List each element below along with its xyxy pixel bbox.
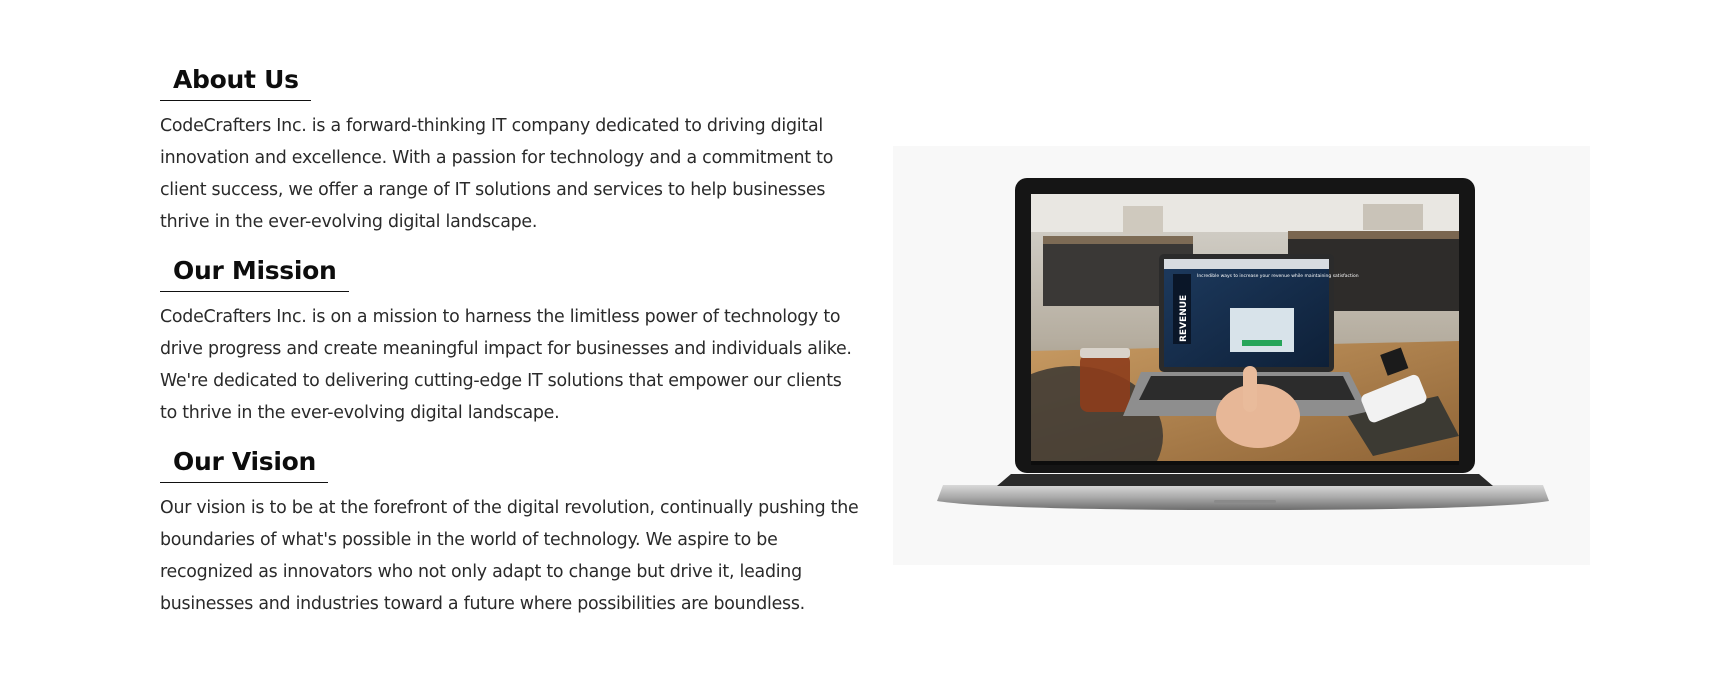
laptop-screen: REVENUE Incredible ways to increase your… — [1031, 194, 1459, 461]
mission-heading-underline: Our Mission — [160, 255, 349, 292]
vision-text: Our vision is to be at the forefront of … — [160, 498, 859, 614]
about-content: About Us CodeCrafters Inc. is a forward-… — [160, 64, 860, 614]
mission-section: Our Mission CodeCrafters Inc. is on a mi… — [160, 255, 860, 429]
vision-section: Our Vision Our vision is to be at the fo… — [160, 446, 860, 620]
laptop-photo: REVENUE Incredible ways to increase your… — [893, 146, 1590, 565]
about-heading-underline: About Us — [160, 64, 311, 101]
about-heading: About Us — [173, 65, 299, 94]
laptop-base — [937, 485, 1549, 510]
mission-heading: Our Mission — [173, 256, 337, 285]
about-text: CodeCrafters Inc. is a forward-thinking … — [160, 116, 834, 232]
screen-headline: Incredible ways to increase your revenue… — [1197, 273, 1359, 279]
about-section: About Us CodeCrafters Inc. is a forward-… — [160, 64, 860, 238]
vision-heading: Our Vision — [173, 447, 316, 476]
vision-heading-underline: Our Vision — [160, 446, 328, 483]
laptop-illustration: REVENUE Incredible ways to increase your… — [937, 178, 1549, 510]
screen-banner-text: REVENUE — [1179, 295, 1189, 342]
mission-text: CodeCrafters Inc. is on a mission to har… — [160, 307, 852, 423]
